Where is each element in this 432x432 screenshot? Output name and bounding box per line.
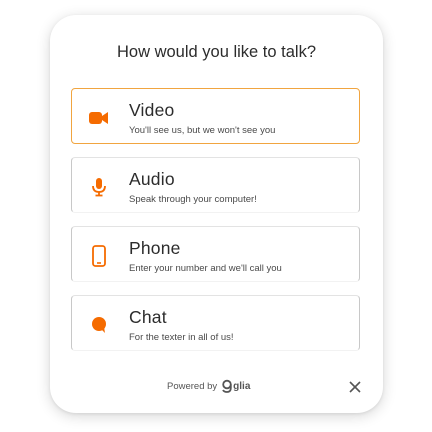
- close-icon[interactable]: [347, 379, 363, 395]
- glia-logo-text: glia: [233, 380, 251, 392]
- powered-by: Powered by glia: [167, 379, 250, 393]
- powered-by-label: Powered by: [167, 380, 218, 392]
- microphone-icon: [88, 176, 110, 198]
- option-audio-label: Audio: [129, 169, 175, 189]
- option-phone[interactable]: Phone Enter your number and we'll call y…: [71, 226, 360, 282]
- option-audio[interactable]: Audio Speak through your computer!: [71, 157, 360, 213]
- option-chat[interactable]: Chat For the texter in all of us!: [71, 295, 360, 351]
- option-chat-description: For the texter in all of us!: [129, 332, 234, 343]
- option-video[interactable]: Video You'll see us, but we won't see yo…: [71, 88, 360, 144]
- option-video-label: Video: [129, 100, 175, 120]
- glia-logo: glia: [221, 379, 250, 393]
- glia-logo-icon: [222, 379, 232, 393]
- chat-bubble-icon: [88, 314, 110, 336]
- engagement-dialog: How would you like to talk? Video You'll…: [50, 15, 383, 413]
- phone-icon: [88, 245, 110, 267]
- option-video-description: You'll see us, but we won't see you: [129, 125, 276, 136]
- video-camera-icon: [88, 107, 110, 129]
- option-phone-label: Phone: [129, 238, 181, 258]
- option-chat-label: Chat: [129, 307, 167, 327]
- option-phone-description: Enter your number and we'll call you: [129, 263, 282, 274]
- dialog-title: How would you like to talk?: [116, 43, 316, 61]
- option-audio-description: Speak through your computer!: [129, 194, 257, 205]
